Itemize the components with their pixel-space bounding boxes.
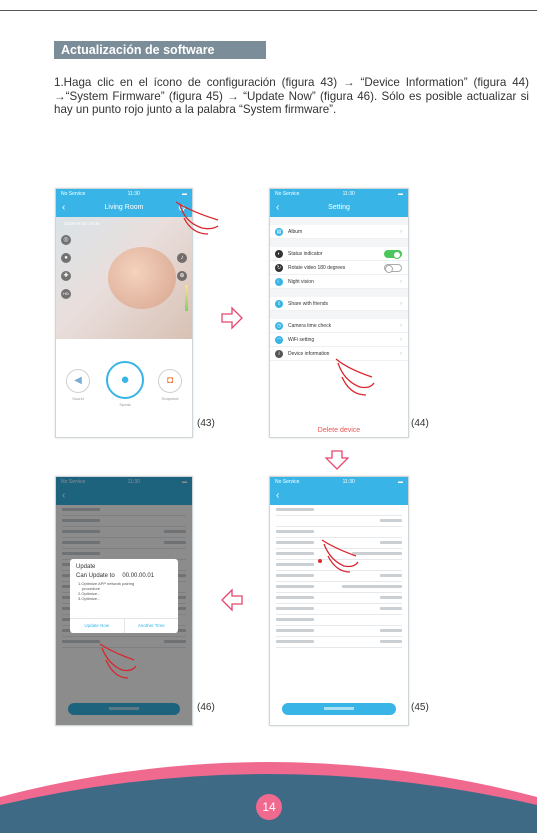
moon-icon: ☾ — [275, 277, 283, 286]
nav-bar: ‹ Setting — [270, 199, 408, 217]
rotate-icon: ↻ — [275, 263, 283, 272]
status-indicator-toggle[interactable] — [384, 249, 402, 259]
another-time-button[interactable]: Another Time — [125, 619, 179, 633]
arrow-left-icon — [221, 588, 243, 612]
figure-label-46: (46) — [197, 702, 215, 713]
clock-icon: ◷ — [275, 321, 283, 330]
settings-status-indicator[interactable]: ◐ Status indicator — [270, 247, 408, 261]
screen-title: Setting — [328, 204, 350, 211]
info-icon: i — [275, 349, 283, 358]
temperature-bar — [185, 285, 188, 311]
update-version: 00.00.00.01 — [122, 573, 155, 579]
video-controls: ◀ Sound ● Speak ◘ Snapshot — [56, 339, 192, 437]
screenshot-update-dialog: No Service 11:30 ▬ ‹ Update Can Update t… — [55, 476, 193, 726]
instructions-paragraph: 1.Haga clic en el ícono de configuración… — [54, 76, 529, 116]
album-icon: ▤ — [275, 227, 283, 236]
settings-share[interactable]: ⇪ Share with friends › — [270, 297, 408, 311]
rotate-video-toggle[interactable] — [384, 263, 402, 273]
pointing-hand-icon — [175, 201, 219, 235]
update-dialog: Update Can Update to 00.00.00.01 1.Optim… — [70, 559, 178, 633]
screenshot-settings: No Service 11:30 ▬ ‹ Setting ▤ Album › ◐… — [269, 188, 409, 438]
settings-wifi[interactable]: ◠ WiFi setting › — [270, 333, 408, 347]
video-timestamp: 2019-06-20 15:46 — [64, 221, 100, 226]
hd-icon[interactable]: HD — [61, 289, 71, 299]
speaker-icon: ◀ — [66, 369, 90, 393]
settings-rotate-video[interactable]: ↻ Rotate video 180 degrees — [270, 261, 408, 275]
chevron-right-icon: › — [400, 278, 402, 285]
section-heading: Actualización de software — [54, 41, 266, 59]
figure-label-44: (44) — [411, 418, 429, 429]
back-icon[interactable]: ‹ — [276, 487, 279, 505]
pointing-hand-icon — [321, 539, 359, 573]
release-notes: 1.Optimize APP network pairing procedure… — [78, 581, 135, 601]
settings-time-check[interactable]: ◷ Camera time check › — [270, 319, 408, 333]
chevron-right-icon: › — [400, 322, 402, 329]
top-divider — [0, 10, 537, 11]
music-icon[interactable]: ♪ — [177, 253, 187, 263]
page-number: 14 — [256, 794, 282, 820]
delete-device-button[interactable]: Delete device — [270, 427, 408, 434]
share-icon: ⇪ — [275, 299, 283, 308]
wifi-icon: ◠ — [275, 335, 283, 344]
pointing-hand-icon — [99, 643, 137, 679]
pointing-hand-icon — [335, 358, 375, 396]
chevron-right-icon: › — [400, 336, 402, 343]
restart-device-button[interactable] — [282, 703, 396, 715]
arrow-down-icon — [325, 450, 349, 470]
status-bar: No Service 11:30 ▬ — [270, 189, 408, 199]
screenshot-device-information: No Service 11:30 ▬ ‹ — [269, 476, 409, 726]
back-icon[interactable]: ‹ — [62, 199, 65, 217]
baby-image — [108, 247, 176, 309]
fullscreen-icon[interactable]: ⊕ — [177, 271, 187, 281]
back-icon[interactable]: ‹ — [276, 199, 279, 217]
sound-control[interactable]: ◀ Sound — [66, 369, 90, 401]
record-icon[interactable]: ● — [61, 253, 71, 263]
indicator-icon: ◐ — [275, 249, 283, 258]
camera-icon[interactable]: ◎ — [61, 235, 71, 245]
arrow-right-icon — [221, 306, 243, 330]
speak-control[interactable]: ● Speak — [106, 361, 144, 407]
nav-bar: ‹ — [270, 487, 408, 505]
chevron-right-icon: › — [400, 228, 402, 235]
snapshot-icon: ◘ — [158, 369, 182, 393]
snapshot-control[interactable]: ◘ Snapshot — [158, 369, 182, 401]
update-now-button[interactable]: Update Now — [70, 619, 125, 633]
status-bar: No Service 11:30 ▬ — [270, 477, 408, 487]
figure-label-43: (43) — [197, 418, 215, 429]
dialog-title: Update — [76, 564, 96, 570]
chevron-right-icon: › — [400, 350, 402, 357]
settings-night-vision[interactable]: ☾ Night vision › — [270, 275, 408, 289]
settings-album[interactable]: ▤ Album › — [270, 225, 408, 239]
microphone-icon: ● — [106, 361, 144, 399]
screen-title: Living Room — [104, 204, 144, 211]
figure-label-45: (45) — [411, 702, 429, 713]
chevron-right-icon: › — [400, 300, 402, 307]
ptz-icon[interactable]: ✚ — [61, 271, 71, 281]
